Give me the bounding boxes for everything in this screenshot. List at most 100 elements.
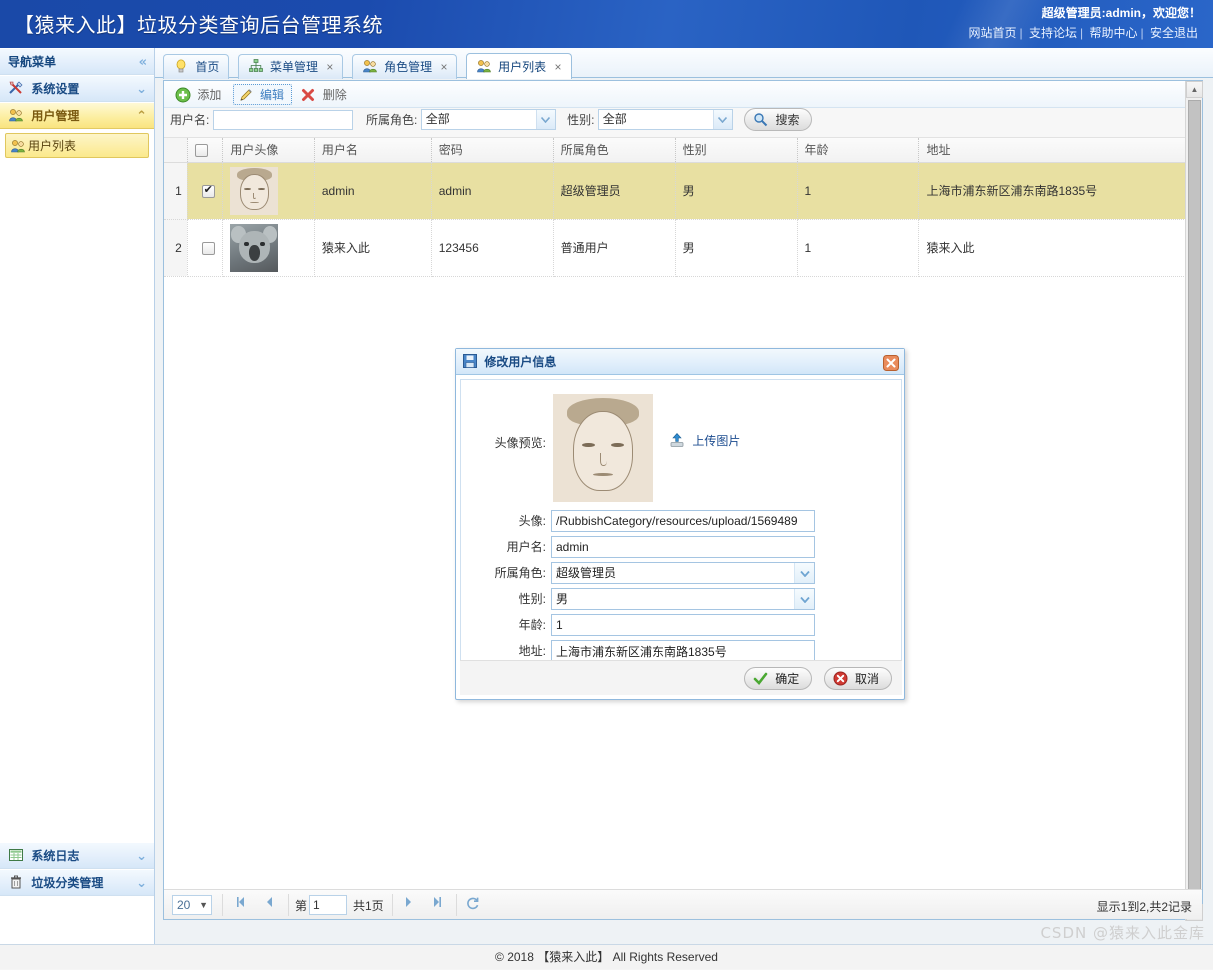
link-logout[interactable]: 安全退出 (1147, 26, 1201, 40)
scroll-up-arrow[interactable]: ▲ (1186, 81, 1203, 98)
dialog-title: 修改用户信息 (484, 355, 556, 369)
page-total-label: 共1页 (353, 897, 384, 914)
header-avatar[interactable]: 用户头像 (223, 138, 314, 162)
header-role[interactable]: 所属角色 (553, 138, 675, 162)
edit-button[interactable]: 编辑 (233, 84, 292, 105)
page-size-select[interactable]: 20 ▼ (172, 895, 212, 915)
next-page-button[interactable] (400, 896, 418, 914)
header-password[interactable]: 密码 (431, 138, 553, 162)
chevron-double-up-icon[interactable]: ⌃ (136, 103, 147, 130)
welcome-message: 超级管理员:admin，欢迎您！ (1042, 4, 1201, 21)
grid-vertical-scrollbar[interactable]: ▲ ▼ (1185, 81, 1202, 921)
add-button[interactable]: 添加 (170, 84, 229, 105)
refresh-button[interactable] (464, 896, 482, 914)
row-checkbox[interactable] (202, 242, 215, 255)
tab-menu-management[interactable]: 菜单管理 × (238, 54, 344, 79)
row-checkbox-cell[interactable] (187, 219, 223, 276)
table-row[interactable]: 2 猿来入此 (164, 219, 1202, 276)
row-checkbox[interactable] (202, 185, 215, 198)
link-site-home[interactable]: 网站首页 (966, 26, 1020, 40)
chevron-double-down-icon[interactable]: ⌄ (136, 843, 147, 870)
prev-page-button[interactable] (260, 896, 278, 914)
tab-user-list[interactable]: 用户列表 × (466, 53, 572, 79)
row-gender: 男 (675, 162, 797, 219)
username-filter-input[interactable] (213, 110, 353, 130)
sidebar-group-system-log[interactable]: 系统日志 ⌄ (0, 842, 154, 869)
sidebar-item-user-list[interactable]: 用户列表 (5, 133, 149, 158)
close-icon[interactable]: × (440, 60, 447, 74)
gender-filter-select[interactable]: 全部 (598, 109, 733, 130)
chevron-double-left-icon[interactable]: « (139, 49, 147, 76)
sidebar-group-label: 垃圾分类管理 (31, 876, 103, 890)
red-x-circle-icon (833, 671, 848, 686)
link-support-forum[interactable]: 支持论坛 (1026, 26, 1080, 40)
row-address: 上海市浦东新区浦东南路1835号 (919, 162, 1202, 219)
scrollbar-thumb[interactable] (1188, 100, 1201, 890)
gender-filter-label: 性别: (567, 113, 594, 127)
row-avatar-cell (223, 219, 314, 276)
row-index: 2 (164, 219, 187, 276)
sidebar-group-system-settings[interactable]: 系统设置 ⌄ (0, 75, 154, 102)
role-select[interactable]: 超级管理员 (551, 562, 815, 584)
chevron-down-icon[interactable] (536, 110, 555, 129)
address-field-label: 地址: (461, 640, 546, 662)
separator: | (1080, 26, 1083, 40)
close-icon[interactable]: × (555, 60, 562, 74)
close-icon[interactable]: × (326, 60, 333, 74)
chevron-down-icon[interactable] (794, 589, 814, 609)
username-input[interactable] (551, 536, 815, 558)
age-input[interactable] (551, 614, 815, 636)
plus-circle-green-icon (175, 87, 191, 103)
address-input[interactable] (551, 640, 815, 662)
tab-role-management[interactable]: 角色管理 × (352, 54, 458, 79)
avatar-path-input[interactable] (551, 510, 815, 532)
table-row[interactable]: 1 admin admin 超级 (164, 162, 1202, 219)
cancel-button[interactable]: 取消 (824, 667, 892, 690)
row-avatar-cell (223, 162, 314, 219)
tab-label: 角色管理 (384, 60, 432, 74)
row-age: 1 (797, 219, 919, 276)
select-all-checkbox[interactable] (195, 144, 208, 157)
last-page-button[interactable] (428, 896, 446, 914)
separator: | (1020, 26, 1023, 40)
role-field-label: 所属角色: (461, 562, 546, 584)
header-username[interactable]: 用户名 (314, 138, 431, 162)
trash-icon (8, 873, 24, 889)
first-page-button[interactable] (232, 896, 250, 914)
divider (288, 894, 289, 916)
avatar-preview-row: 头像预览: 上传图片 (461, 394, 902, 504)
page-number-input[interactable] (309, 895, 347, 915)
header-select-all[interactable] (187, 138, 223, 162)
chevron-double-down-icon[interactable]: ⌄ (136, 76, 147, 103)
chevron-double-down-icon[interactable]: ⌄ (136, 870, 147, 897)
row-username: admin (314, 162, 431, 219)
row-role: 普通用户 (553, 219, 675, 276)
sidebar-group-user-management[interactable]: 用户管理 ⌃ (0, 102, 154, 129)
dialog-title-bar[interactable]: 修改用户信息 (456, 349, 904, 375)
chevron-down-icon[interactable]: ▼ (199, 896, 208, 914)
row-checkbox-cell[interactable] (187, 162, 223, 219)
delete-button[interactable]: 删除 (295, 84, 354, 105)
link-help-center[interactable]: 帮助中心 (1087, 26, 1141, 40)
sidebar-group-rubbish-category[interactable]: 垃圾分类管理 ⌄ (0, 869, 154, 896)
header-gender[interactable]: 性别 (675, 138, 797, 162)
upload-image-link[interactable]: 上传图片 (669, 432, 740, 449)
tab-home[interactable]: 首页 (163, 54, 229, 79)
sidebar-submenu-user-management: 用户列表 (0, 129, 154, 162)
role-filter-select[interactable]: 全部 (421, 109, 556, 130)
tools-icon (8, 79, 24, 95)
sidebar-nav-title[interactable]: 导航菜单 « (0, 48, 154, 75)
avatar-preview-label: 头像预览: (461, 434, 546, 451)
users-group-icon (362, 58, 378, 74)
chevron-down-icon[interactable] (794, 563, 814, 583)
header-address[interactable]: 地址 (919, 138, 1202, 162)
confirm-button[interactable]: 确定 (744, 667, 812, 690)
chevron-down-icon[interactable] (713, 110, 732, 129)
sitemap-icon (248, 58, 264, 74)
search-button[interactable]: 搜索 (744, 108, 812, 131)
header-age[interactable]: 年龄 (797, 138, 919, 162)
cancel-button-label: 取消 (855, 672, 879, 686)
close-icon[interactable] (883, 354, 899, 370)
sidebar-group-label: 系统日志 (31, 849, 79, 863)
gender-select[interactable]: 男 (551, 588, 815, 610)
